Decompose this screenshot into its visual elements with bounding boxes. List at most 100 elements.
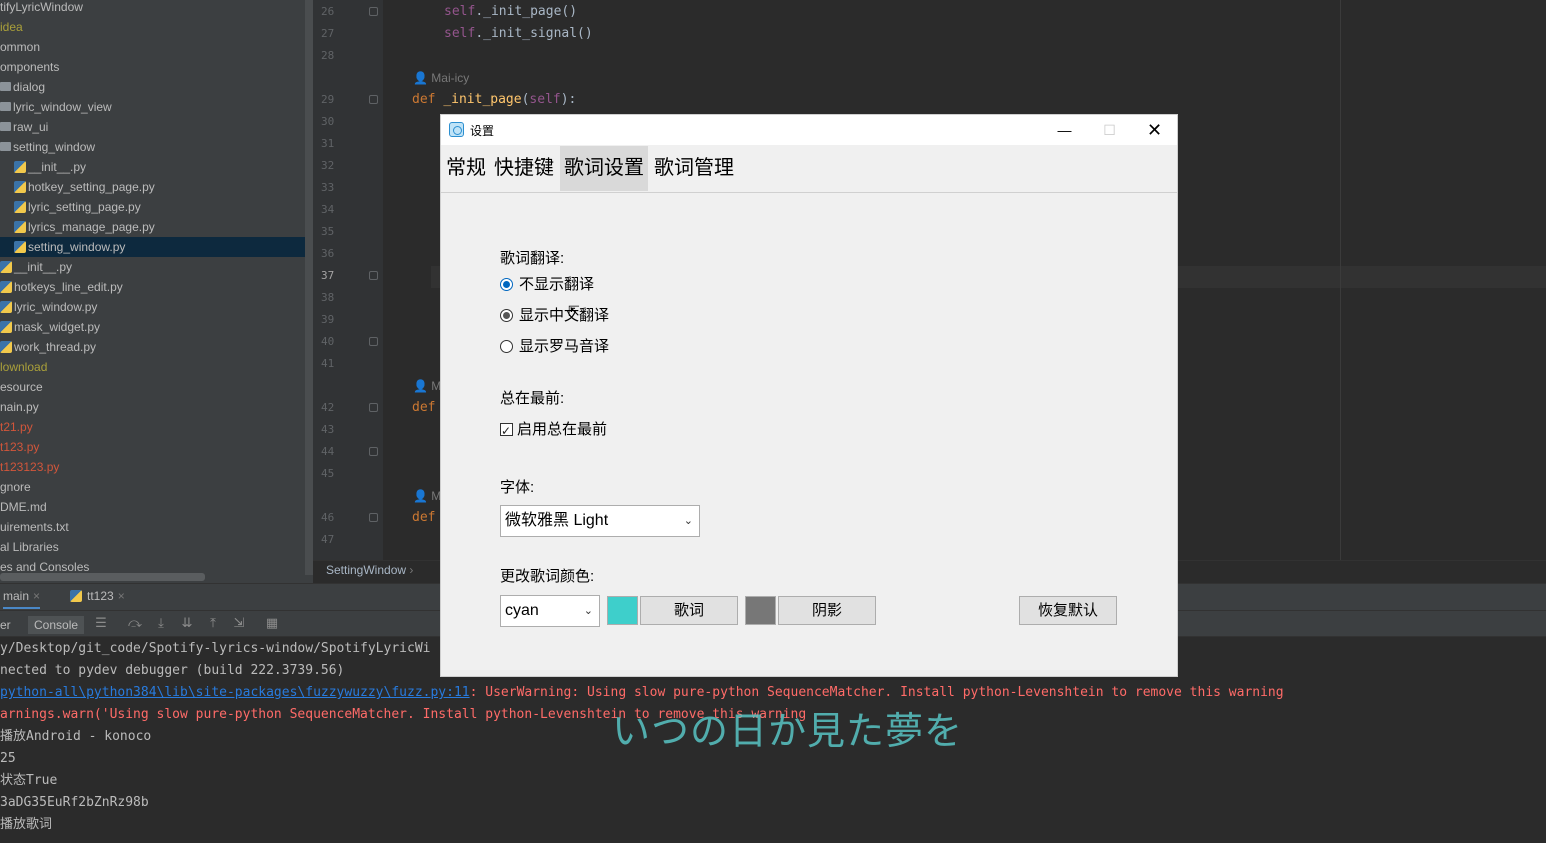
step-out-icon[interactable]: ⤒: [206, 617, 220, 631]
tree-item[interactable]: __init__.py: [0, 157, 313, 177]
font-select[interactable]: 微软雅黑 Light ⌄: [500, 505, 700, 537]
radio-indicator: [500, 309, 513, 322]
close-button[interactable]: ✕: [1132, 115, 1177, 145]
tree-item[interactable]: gnore: [0, 477, 313, 497]
fold-marker-icon[interactable]: [369, 7, 378, 16]
tree-item[interactable]: dialog: [0, 77, 313, 97]
project-tree: tifyLyricWindow idea ommon omponents dialog l…: [0, 0, 313, 583]
fold-marker-icon[interactable]: [369, 337, 378, 346]
close-tab-icon[interactable]: ×: [118, 589, 125, 603]
console-file-link[interactable]: python-all\python384\lib\site-packages\f…: [0, 685, 470, 700]
tree-item[interactable]: esource: [0, 377, 313, 397]
tree-item[interactable]: lyric_setting_page.py: [0, 197, 313, 217]
evaluate-icon[interactable]: ▦: [265, 617, 279, 631]
fold-marker-icon[interactable]: [369, 271, 378, 280]
color-label: 更改歌词颜色:: [500, 568, 595, 585]
mouse-cursor-icon: ⇱: [568, 303, 580, 319]
fold-marker-icon[interactable]: [369, 447, 378, 456]
tree-item-label: lyric_window.py: [14, 300, 98, 314]
tab-hotkeys[interactable]: 快捷键: [490, 146, 558, 191]
tree-item[interactable]: nain.py: [0, 397, 313, 417]
dialog-title: 设置: [470, 124, 495, 138]
dialog-titlebar[interactable]: 设置 — ☐ ✕: [441, 115, 1177, 145]
always-on-top-checkbox[interactable]: 启用总在最前: [500, 420, 608, 441]
tree-item[interactable]: omponents: [0, 57, 313, 77]
tree-item-label: __init__.py: [14, 260, 73, 274]
line-number: 44: [321, 445, 335, 458]
tree-item-label: lyric_window_view: [13, 100, 112, 114]
line-number: 34: [321, 203, 335, 216]
shadow-color-swatch[interactable]: [745, 596, 776, 625]
fold-marker-icon[interactable]: [369, 95, 378, 104]
tree-item-label: lyric_setting_page.py: [28, 200, 141, 214]
tab-lyric-settings[interactable]: 歌词设置: [560, 146, 648, 191]
tree-vertical-scrollbar[interactable]: [305, 0, 313, 575]
tree-item-label: lyrics_manage_page.py: [28, 220, 155, 234]
radio-chinese-translation[interactable]: 显示中文翻译: [500, 306, 609, 326]
tree-item[interactable]: hotkey_setting_page.py: [0, 177, 313, 197]
line-number: 43: [321, 423, 335, 436]
menu-icon[interactable]: ☰: [94, 617, 108, 631]
line-number: 26: [321, 5, 335, 18]
tree-item[interactable]: DME.md: [0, 497, 313, 517]
tree-item-label: omponents: [0, 60, 60, 74]
breadcrumb[interactable]: SettingWindow ›: [326, 563, 413, 577]
line-number: 41: [321, 357, 335, 370]
console-line: nected to pydev debugger (build 222.3739…: [0, 660, 344, 682]
tree-horizontal-scrollbar[interactable]: [0, 573, 205, 581]
tree-item[interactable]: work_thread.py: [0, 337, 313, 357]
fold-marker-icon[interactable]: [369, 513, 378, 522]
chevron-down-icon: ⌄: [583, 605, 593, 617]
run-tab[interactable]: main ×: [3, 589, 41, 609]
tree-item[interactable]: t21.py: [0, 417, 313, 437]
console-text: 3aDG35EuRf2bZnRz98b: [0, 795, 149, 810]
close-tab-icon[interactable]: ×: [33, 589, 40, 603]
line-number: 30: [321, 115, 335, 128]
color-preset-select[interactable]: cyan ⌄: [500, 595, 600, 627]
shadow-color-button[interactable]: 阴影: [778, 596, 876, 625]
tree-item[interactable]: ommon: [0, 37, 313, 57]
python-file-icon: [14, 201, 26, 213]
line-number: 36: [321, 247, 335, 260]
line-number: 45: [321, 467, 335, 480]
step-into-my-code-icon[interactable]: ⇊: [180, 617, 194, 631]
minimize-button[interactable]: —: [1042, 115, 1087, 145]
tree-item[interactable]: lyric_window_view: [0, 97, 313, 117]
tree-item[interactable]: hotkeys_line_edit.py: [0, 277, 313, 297]
radio-romaji-translation[interactable]: 显示罗马音译: [500, 337, 609, 357]
checkbox-label: 启用总在最前: [517, 421, 608, 438]
tree-item[interactable]: t123123.py: [0, 457, 313, 477]
tree-item-label: esource: [0, 380, 43, 394]
console-tab[interactable]: Console: [28, 616, 85, 634]
tree-item-label: mask_widget.py: [14, 320, 101, 334]
tree-item[interactable]: lyric_window.py: [0, 297, 313, 317]
tree-item[interactable]: al Libraries: [0, 537, 313, 557]
tab-general[interactable]: 常规: [442, 146, 490, 191]
tree-item[interactable]: tifyLyricWindow: [0, 0, 313, 17]
tree-item[interactable]: uirements.txt: [0, 517, 313, 537]
tree-item[interactable]: __init__.py: [0, 257, 313, 277]
console-line: 播放歌词: [0, 814, 52, 836]
radio-no-translation[interactable]: 不显示翻译: [500, 275, 594, 295]
lyric-color-swatch[interactable]: [607, 596, 638, 625]
on-top-label: 总在最前:: [500, 390, 565, 407]
step-into-icon[interactable]: ⤓: [154, 617, 168, 631]
tree-item[interactable]: lownload: [0, 357, 313, 377]
debugger-tab[interactable]: er: [0, 618, 11, 632]
tree-item[interactable]: idea: [0, 17, 313, 37]
tree-item[interactable]: setting_window.py: [0, 237, 313, 257]
reset-defaults-button[interactable]: 恢复默认: [1019, 596, 1117, 625]
fold-marker-icon[interactable]: [369, 403, 378, 412]
tree-item[interactable]: t123.py: [0, 437, 313, 457]
python-file-icon: [14, 161, 26, 173]
step-over-icon[interactable]: ⤼: [128, 617, 142, 631]
tree-item[interactable]: mask_widget.py: [0, 317, 313, 337]
tree-item[interactable]: raw_ui: [0, 117, 313, 137]
tab-lyric-management[interactable]: 歌词管理: [650, 146, 738, 191]
tree-item[interactable]: setting_window: [0, 137, 313, 157]
lyric-color-button[interactable]: 歌词: [640, 596, 738, 625]
run-to-cursor-icon[interactable]: ⇲: [232, 617, 246, 631]
run-tab[interactable]: tt123 ×: [70, 589, 125, 603]
folder-icon: [0, 102, 11, 111]
tree-item[interactable]: lyrics_manage_page.py: [0, 217, 313, 237]
